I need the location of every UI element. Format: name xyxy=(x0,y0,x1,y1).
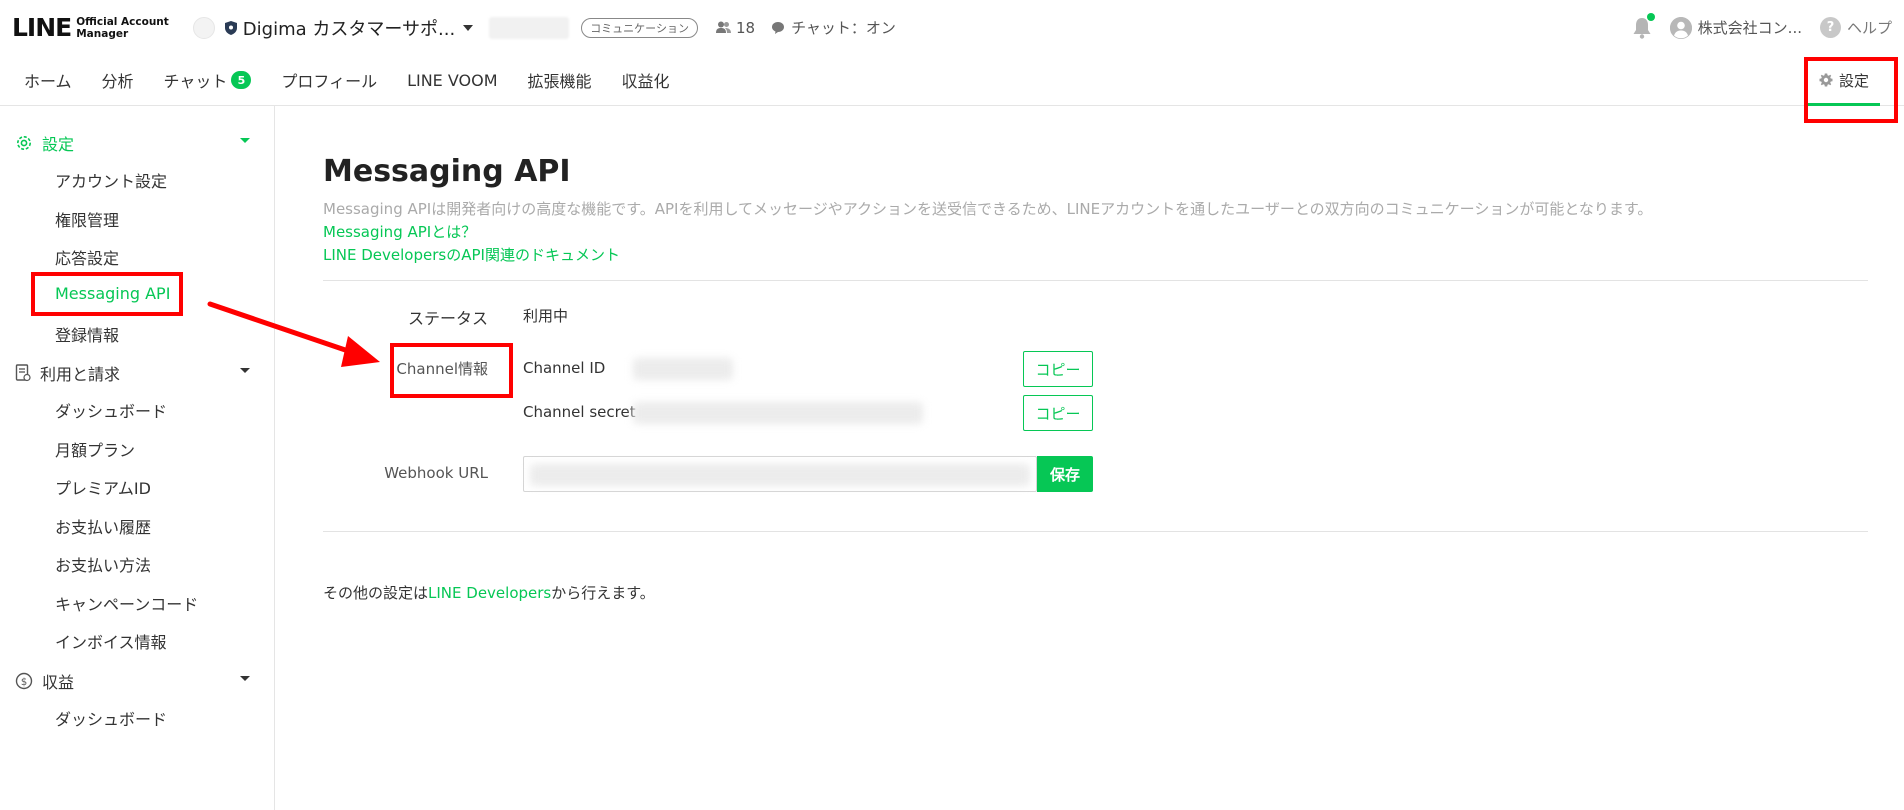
webhook-url-label: Webhook URL xyxy=(384,464,488,482)
footer-note: その他の設定はLINE Developersから行えます。 xyxy=(323,584,655,602)
help-icon: ? xyxy=(1819,17,1841,38)
sidebar-item-payment-method[interactable]: お支払い方法 xyxy=(55,552,151,576)
channel-secret-redacted xyxy=(633,402,923,424)
channel-id-label: Channel ID xyxy=(523,359,606,377)
channel-info-highlight-box xyxy=(390,343,513,398)
logo-wordmark: LINE xyxy=(12,13,72,42)
messaging-api-highlight-box xyxy=(31,272,183,316)
copy-channel-secret-button[interactable]: コピー xyxy=(1023,395,1093,431)
account-switch-chevron-icon[interactable] xyxy=(463,24,474,31)
sidebar-section-settings[interactable]: 設定 xyxy=(15,131,250,155)
account-type-badge: コミュニケーション xyxy=(581,17,698,38)
sidebar-item-monthly-plan[interactable]: 月額プラン xyxy=(55,437,135,461)
sidebar-item-permissions[interactable]: 権限管理 xyxy=(55,207,119,231)
what-is-messaging-api-link[interactable]: Messaging APIとは？ xyxy=(323,221,476,242)
page-title: Messaging API xyxy=(323,154,571,189)
help-link[interactable]: ? ヘルプ xyxy=(1819,17,1892,38)
user-avatar-icon xyxy=(1669,16,1692,39)
shield-icon xyxy=(224,20,237,35)
notification-dot xyxy=(1646,12,1655,21)
webhook-url-input[interactable] xyxy=(523,456,1037,492)
line-developers-docs-link[interactable]: LINE DevelopersのAPI関連のドキュメント xyxy=(323,244,620,265)
chevron-down-icon xyxy=(240,138,250,143)
document-icon xyxy=(15,364,31,382)
sidebar-item-invoice-info[interactable]: インボイス情報 xyxy=(55,629,167,653)
line-logo[interactable]: LINE Official Account Manager xyxy=(12,13,169,42)
people-icon xyxy=(715,21,731,33)
webhook-url-redacted xyxy=(530,464,1030,486)
nav-analytics[interactable]: 分析 xyxy=(102,68,134,92)
nav-monetization[interactable]: 収益化 xyxy=(622,68,670,92)
copy-channel-id-button[interactable]: コピー xyxy=(1023,351,1093,387)
sidebar: 設定 アカウント設定 権限管理 応答設定 Messaging API 登録情報 … xyxy=(0,106,275,810)
account-name[interactable]: Digima カスタマーサポ... xyxy=(243,15,455,41)
main-nav: ホーム 分析 チャット 5 プロフィール LINE VOOM 拡張機能 収益化 … xyxy=(0,55,1904,106)
divider-bottom xyxy=(323,531,1868,532)
annotation-arrow xyxy=(207,301,380,367)
sidebar-section-revenue[interactable]: $ 収益 xyxy=(15,669,250,693)
top-right-tools: 株式会社コン... ? ヘルプ xyxy=(1632,12,1892,39)
settings-highlight-box xyxy=(1804,57,1898,123)
top-bar: LINE Official Account Manager Digima カスタ… xyxy=(0,0,1904,55)
friends-count: 18 xyxy=(715,19,755,37)
gear-icon xyxy=(17,136,31,150)
sidebar-item-payment-history[interactable]: お支払い履歴 xyxy=(55,514,151,538)
line-developers-link[interactable]: LINE Developers xyxy=(428,584,551,602)
notification-bell-icon[interactable] xyxy=(1632,12,1655,39)
channel-id-redacted xyxy=(633,358,733,380)
chat-unread-badge: 5 xyxy=(231,71,252,89)
svg-text:$: $ xyxy=(21,677,27,688)
chevron-down-icon xyxy=(240,676,250,681)
sidebar-item-account-settings[interactable]: アカウント設定 xyxy=(55,168,167,192)
account-avatar[interactable] xyxy=(192,16,215,39)
status-value: 利用中 xyxy=(523,307,569,325)
logo-subtitle: Official Account Manager xyxy=(76,15,169,40)
chat-bubble-icon xyxy=(772,21,785,34)
nav-chat[interactable]: チャット 5 xyxy=(164,68,252,92)
account-id-redacted xyxy=(489,16,570,39)
sidebar-item-campaign-code[interactable]: キャンペーンコード xyxy=(55,591,198,615)
chat-status[interactable]: チャット：オン xyxy=(771,17,896,38)
nav-profile[interactable]: プロフィール xyxy=(281,68,377,92)
sidebar-item-billing-dashboard[interactable]: ダッシュボード xyxy=(55,398,167,422)
divider-top xyxy=(323,280,1868,281)
save-webhook-button[interactable]: 保存 xyxy=(1037,456,1093,492)
sidebar-item-premium-id[interactable]: プレミアムID xyxy=(55,475,151,499)
dollar-coin-icon: $ xyxy=(15,672,33,690)
nav-line-voom[interactable]: LINE VOOM xyxy=(407,71,497,90)
sidebar-item-response-settings[interactable]: 応答設定 xyxy=(55,245,119,269)
channel-secret-label: Channel secret xyxy=(523,403,636,421)
nav-home[interactable]: ホーム xyxy=(24,68,72,92)
page-description: Messaging APIは開発者向けの高度な機能です。APIを利用してメッセー… xyxy=(323,200,1653,218)
nav-extensions[interactable]: 拡張機能 xyxy=(528,68,592,92)
sidebar-item-revenue-dashboard[interactable]: ダッシュボード xyxy=(55,706,167,730)
user-menu[interactable]: 株式会社コン... xyxy=(1669,16,1802,39)
sidebar-item-registration-info[interactable]: 登録情報 xyxy=(55,322,119,346)
